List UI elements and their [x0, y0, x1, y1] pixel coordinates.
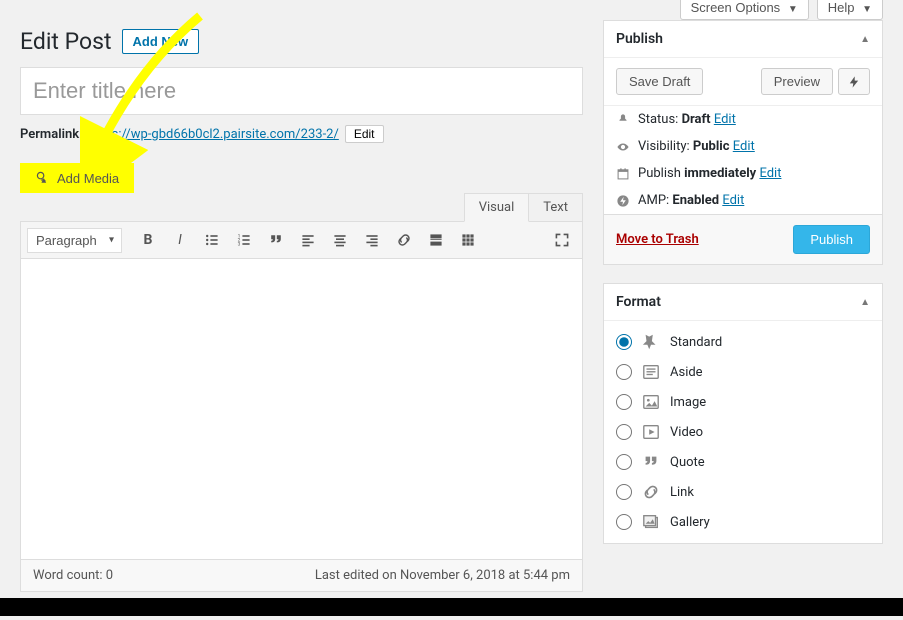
svg-text:3: 3 [238, 242, 241, 248]
format-label: Standard [670, 335, 722, 350]
link-icon [642, 483, 660, 501]
format-radio[interactable] [616, 334, 632, 350]
format-option-gallery[interactable]: Gallery [604, 507, 882, 537]
format-option-link[interactable]: Link [604, 477, 882, 507]
format-label: Gallery [670, 515, 710, 530]
format-metabox: Format ▲ Standard Aside Image Video Quote Lin… [603, 283, 883, 544]
add-media-button[interactable]: Add Media [20, 163, 134, 193]
gallery-icon [642, 513, 660, 531]
tab-text[interactable]: Text [529, 193, 583, 222]
add-new-button[interactable]: Add New [122, 29, 200, 54]
publish-metabox: Publish ▲ Save Draft Preview Status: Dra… [603, 20, 883, 265]
move-to-trash-link[interactable]: Move to Trash [616, 232, 699, 247]
post-title-input[interactable] [20, 67, 583, 115]
help-button[interactable]: Help ▼ [817, 0, 883, 20]
align-left-button[interactable] [294, 226, 322, 254]
format-option-image[interactable]: Image [604, 387, 882, 417]
permalink-edit-button[interactable]: Edit [345, 125, 384, 143]
format-option-aside[interactable]: Aside [604, 357, 882, 387]
schedule-edit-link[interactable]: Edit [759, 166, 781, 181]
media-icon [35, 170, 51, 186]
pin-icon [642, 333, 660, 351]
format-radio[interactable] [616, 454, 632, 470]
image-icon [642, 393, 660, 411]
video-icon [642, 423, 660, 441]
permalink-url[interactable]: https://wp-gbd66b0cl2.pairsite.com/233-2… [89, 127, 339, 142]
format-option-video[interactable]: Video [604, 417, 882, 447]
format-radio[interactable] [616, 424, 632, 440]
aside-icon [642, 363, 660, 381]
blockquote-button[interactable] [262, 226, 290, 254]
format-option-standard[interactable]: Standard [604, 327, 882, 357]
amp-edit-link[interactable]: Edit [722, 193, 744, 208]
caret-down-icon: ▼ [862, 4, 872, 15]
permalink-label: Permalink: [20, 127, 83, 142]
format-label: Quote [670, 455, 705, 470]
fullscreen-button[interactable] [548, 226, 576, 254]
format-label: Image [670, 395, 706, 410]
format-heading: Format [616, 294, 661, 310]
format-radio[interactable] [616, 394, 632, 410]
format-label: Link [670, 485, 694, 500]
quote-icon [642, 453, 660, 471]
bold-button[interactable]: B [134, 226, 162, 254]
visibility-edit-link[interactable]: Edit [733, 139, 755, 154]
numbered-list-button[interactable]: 123 [230, 226, 258, 254]
screen-options-button[interactable]: Screen Options ▼ [680, 0, 809, 20]
collapse-icon[interactable]: ▲ [860, 297, 870, 308]
format-radio[interactable] [616, 484, 632, 500]
paragraph-format-select[interactable]: Paragraph [27, 228, 122, 253]
align-center-button[interactable] [326, 226, 354, 254]
save-draft-button[interactable]: Save Draft [616, 68, 703, 95]
calendar-icon [616, 167, 630, 181]
align-right-button[interactable] [358, 226, 386, 254]
format-label: Aside [670, 365, 703, 380]
caret-down-icon: ▼ [788, 4, 798, 15]
eye-icon [616, 140, 630, 154]
status-edit-link[interactable]: Edit [714, 112, 736, 127]
page-title: Edit Post [20, 28, 112, 55]
pin-icon [616, 113, 630, 127]
bolt-icon [616, 194, 630, 208]
italic-button[interactable]: I [166, 226, 194, 254]
word-count: Word count: 0 [33, 568, 113, 583]
editor-toolbar: Paragraph B I 123 [21, 222, 582, 259]
format-option-quote[interactable]: Quote [604, 447, 882, 477]
readmore-button[interactable] [422, 226, 450, 254]
tab-visual[interactable]: Visual [464, 193, 530, 222]
publish-button[interactable]: Publish [793, 225, 870, 254]
last-edited: Last edited on November 6, 2018 at 5:44 … [315, 568, 570, 583]
format-label: Video [670, 425, 703, 440]
format-radio[interactable] [616, 364, 632, 380]
collapse-icon[interactable]: ▲ [860, 34, 870, 45]
editor-content-area[interactable] [21, 259, 582, 559]
bullet-list-button[interactable] [198, 226, 226, 254]
link-button[interactable] [390, 226, 418, 254]
toolbar-toggle-button[interactable] [454, 226, 482, 254]
preview-amp-button[interactable] [838, 68, 870, 95]
publish-heading: Publish [616, 31, 663, 47]
preview-button[interactable]: Preview [761, 68, 833, 95]
format-radio[interactable] [616, 514, 632, 530]
